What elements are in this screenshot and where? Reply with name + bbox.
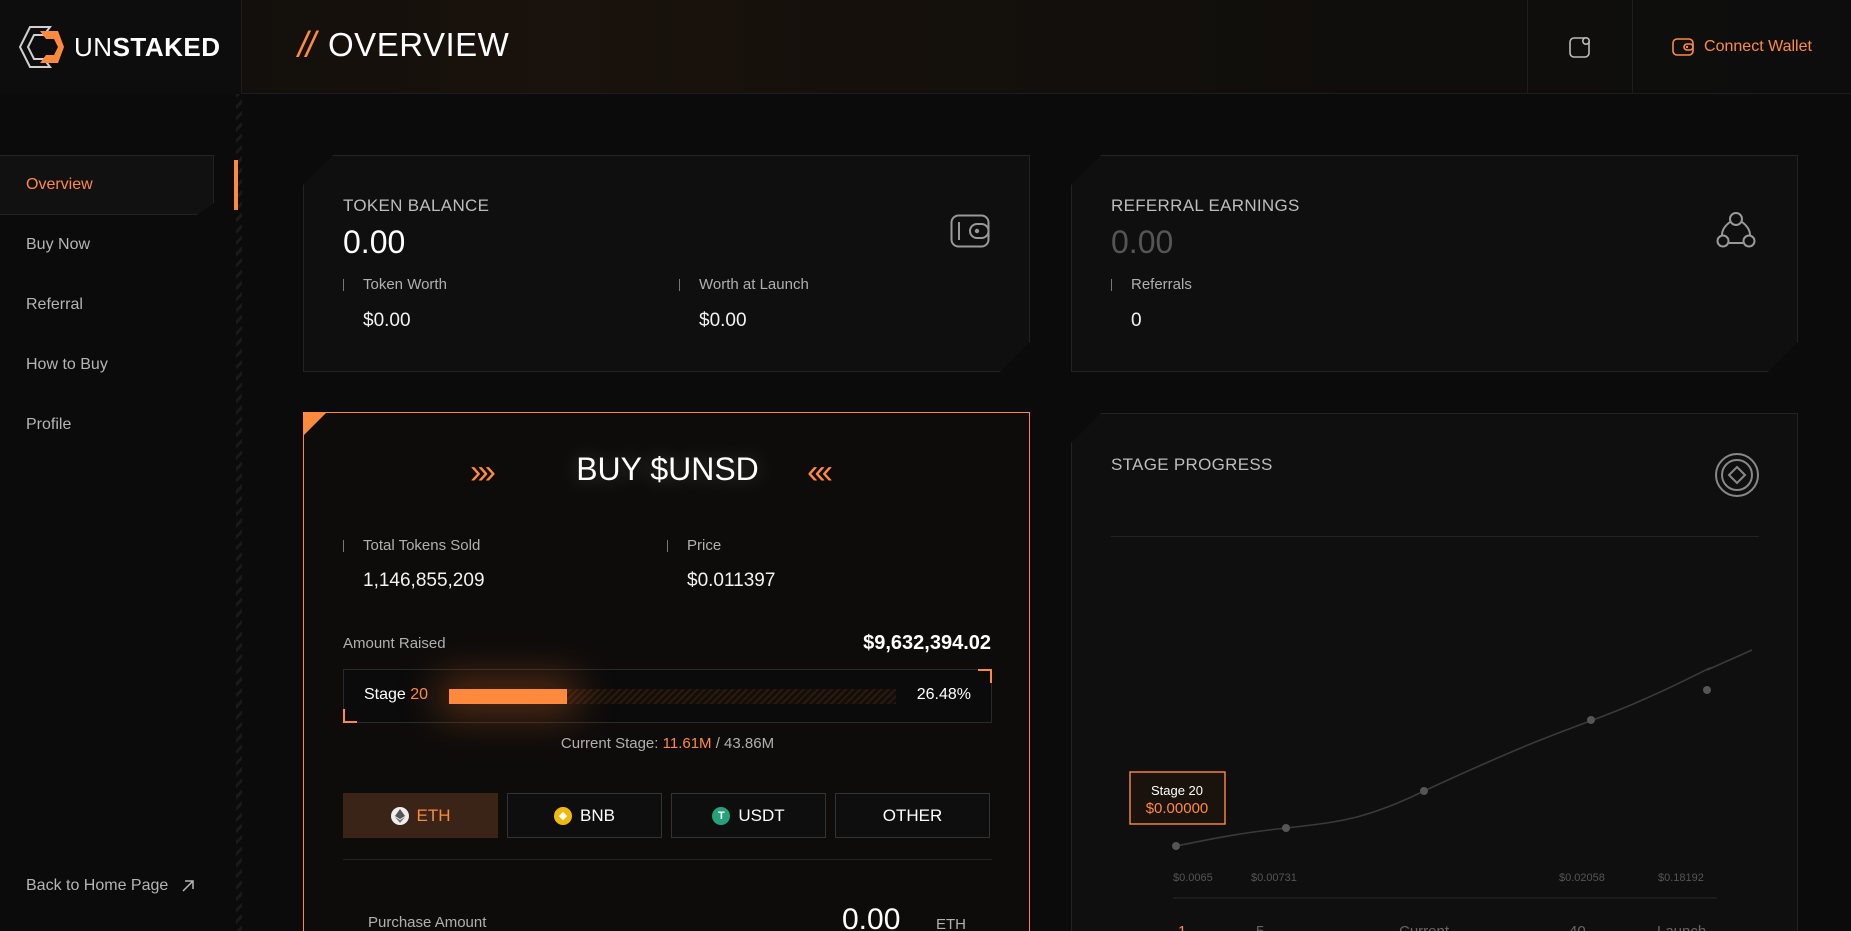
corner-accent [343, 709, 357, 723]
divider [343, 859, 992, 860]
price-value: $0.011397 [687, 570, 776, 591]
buy-card: ››› BUY $UNSD ‹‹‹ Total Tokens Sold 1,14… [303, 412, 1030, 931]
stage-percent: 26.48% [916, 686, 971, 703]
notification-button[interactable] [1527, 0, 1633, 94]
current-stage-total: / 43.86M [715, 735, 775, 752]
sidebar-item-label: Referral [26, 296, 83, 313]
sidebar-item-profile[interactable]: Profile [0, 395, 214, 455]
connect-wallet-button[interactable]: Connect Wallet [1633, 0, 1851, 94]
current-stage-text: Current Stage: 11.61M / 43.86M [560, 735, 775, 752]
token-balance-card: TOKEN BALANCE 0.00 Token Worth $0.00 Wor… [303, 155, 1030, 372]
connect-wallet-label: Connect Wallet [1704, 38, 1812, 55]
corner-accent [978, 669, 992, 683]
referral-earnings-card: REFERRAL EARNINGS 0.00 Referrals 0 [1071, 155, 1798, 372]
stage-number: 20 [410, 686, 429, 703]
back-to-home-label: Back to Home Page [26, 877, 169, 894]
price-label: $0.0065 [1173, 872, 1213, 884]
referrals-label: Referrals [1111, 276, 1192, 293]
eth-icon [390, 806, 409, 825]
tab-bnb[interactable]: ◆ BNB [507, 793, 662, 838]
page-title-group: // OVERVIEW [298, 24, 509, 66]
back-to-home-link[interactable]: Back to Home Page [26, 877, 196, 895]
price-label: $0.18192 [1658, 872, 1704, 884]
referral-earnings-value: 0.00 [1111, 224, 1174, 260]
graph-point [1420, 787, 1428, 795]
tab-other[interactable]: OTHER [835, 793, 990, 838]
top-header: UNSTAKED // OVERVIEW Connect Wallet [0, 0, 1851, 94]
stage-fill [449, 689, 568, 704]
tab-label: USDT [738, 805, 785, 825]
sidebar-item-referral[interactable]: Referral [0, 275, 214, 335]
current-stage-value: 11.61M [662, 735, 712, 752]
payment-tabs: ETH ◆ BNB T USDT OTHER [343, 793, 990, 838]
page-title: OVERVIEW [328, 26, 510, 63]
stage-label: 40 [1569, 923, 1586, 931]
external-arrow-icon [182, 880, 195, 892]
graph-point [1282, 824, 1290, 832]
total-tokens-sold-value: 1,146,855,209 [363, 570, 485, 591]
sidebar-item-buy-now[interactable]: Buy Now [0, 215, 214, 275]
stage-progress-bar: Stage 20 26.48% [343, 669, 992, 723]
sidebar-item-label: Overview [26, 176, 93, 193]
token-balance-title: TOKEN BALANCE [343, 196, 490, 215]
token-worth-value: $0.00 [363, 310, 411, 331]
chevrons-left-icon: ‹‹‹ [807, 453, 833, 491]
stage-label: Current [1399, 923, 1450, 931]
total-tokens-sold-label: Total Tokens Sold [343, 537, 480, 554]
active-indicator [234, 160, 238, 210]
token-worth-label: Token Worth [343, 276, 447, 293]
sidebar-item-label: How to Buy [26, 356, 108, 373]
amount-raised-label: Amount Raised [343, 635, 446, 652]
sidebar-item-overview[interactable]: Overview [0, 155, 214, 215]
logo-text: UNSTAKED [74, 31, 221, 62]
referral-network-icon [1716, 210, 1756, 250]
price-label: $0.00731 [1251, 872, 1297, 884]
title-slashes: // [298, 24, 316, 65]
tab-label: OTHER [882, 805, 943, 825]
graph-point [1172, 842, 1180, 850]
token-balance-value: 0.00 [343, 224, 406, 260]
usdt-icon: T [712, 806, 731, 825]
tab-eth[interactable]: ETH [343, 793, 498, 838]
wallet-icon [950, 214, 990, 248]
worth-at-launch-value: $0.00 [699, 310, 747, 331]
sidebar: Overview Buy Now Referral How to Buy Pro… [0, 94, 242, 931]
stage-label: 5 [1256, 923, 1264, 931]
wallet-icon [1672, 38, 1694, 56]
amount-raised-value: $9,632,394.02 [863, 632, 991, 654]
stage-label: Stage 20 [364, 686, 429, 703]
stage-track [449, 689, 896, 704]
graph-point [1587, 716, 1595, 724]
logo-icon [18, 26, 64, 68]
stage-progress-card: STAGE PROGRESS Stage 20 $0.00000 $0.0065… [1071, 413, 1798, 931]
bnb-icon: ◆ [554, 806, 573, 825]
sidebar-item-label: Buy Now [26, 236, 91, 253]
tab-usdt[interactable]: T USDT [671, 793, 826, 838]
referral-earnings-title: REFERRAL EARNINGS [1111, 196, 1300, 215]
price-label: Price [667, 537, 721, 554]
sidebar-divider [236, 94, 242, 931]
purchase-amount-label: Purchase Amount [368, 914, 487, 931]
purchase-amount-input[interactable]: 0.00 [842, 903, 900, 931]
stage-label: 1 [1178, 923, 1186, 931]
referrals-value: 0 [1131, 310, 1142, 331]
tooltip-price: $0.00000 [1146, 800, 1209, 817]
tooltip-stage: Stage 20 [1151, 783, 1203, 798]
graph-point [1703, 686, 1711, 694]
buy-title: BUY $UNSD [576, 451, 759, 487]
sidebar-item-label: Profile [26, 416, 72, 433]
price-label: $0.02058 [1559, 872, 1605, 884]
stage-label: Launch [1657, 923, 1706, 931]
worth-at-launch-label: Worth at Launch [679, 276, 809, 293]
tab-label: BNB [580, 805, 615, 825]
purchase-amount-unit: ETH [936, 916, 966, 931]
notification-icon [1569, 36, 1591, 58]
logo[interactable]: UNSTAKED [0, 0, 242, 94]
tab-label: ETH [416, 805, 451, 825]
sidebar-item-how-to-buy[interactable]: How to Buy [0, 335, 214, 395]
stage-progress-graph: Stage 20 $0.00000 $0.0065 $0.00731 $0.02… [1129, 649, 1753, 931]
